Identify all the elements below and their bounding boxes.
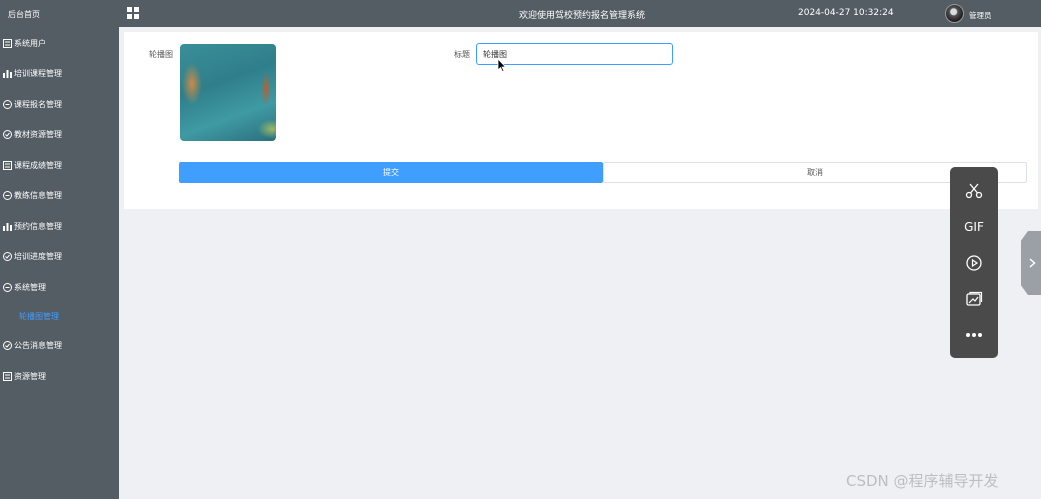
sidebar-item-home[interactable]: 后台首页 bbox=[0, 0, 119, 28]
mouse-cursor-icon bbox=[497, 57, 507, 73]
screenshot-image-icon[interactable] bbox=[950, 287, 998, 311]
chat-icon bbox=[2, 191, 12, 201]
sidebar: 后台首页 系统用户 培训课程管理 课程报名管理 教材资源管理 课程成绩管理 教练… bbox=[0, 0, 119, 499]
user-name[interactable]: 管理员 bbox=[969, 10, 992, 21]
sidebar-item-label: 教材资源管理 bbox=[14, 130, 62, 140]
sidebar-item-course[interactable]: 培训课程管理 bbox=[0, 59, 119, 90]
sidebar-item-coach[interactable]: 教练信息管理 bbox=[0, 181, 119, 212]
avatar[interactable] bbox=[945, 4, 964, 23]
sidebar-item-label: 预约信息管理 bbox=[14, 221, 62, 231]
sidebar-item-label: 后台首页 bbox=[8, 9, 40, 19]
chat-icon bbox=[2, 282, 12, 292]
list-icon bbox=[2, 160, 12, 170]
sidebar-item-materials[interactable]: 教材资源管理 bbox=[0, 120, 119, 151]
sidebar-item-label: 系统管理 bbox=[14, 282, 46, 292]
current-datetime: 2024-04-27 10:32:24 bbox=[798, 8, 894, 18]
sidebar-item-label: 培训课程管理 bbox=[14, 69, 62, 79]
sidebar-item-label: 课程报名管理 bbox=[14, 99, 62, 109]
more-icon[interactable] bbox=[950, 323, 998, 347]
form-panel: 轮播图 标题 提交 取消 bbox=[124, 32, 1038, 209]
list-icon bbox=[2, 371, 12, 381]
gif-label: GIF bbox=[964, 220, 984, 234]
check-circle-icon bbox=[2, 252, 12, 262]
chevron-right-icon bbox=[1029, 258, 1036, 268]
sidebar-item-label: 课程成绩管理 bbox=[14, 160, 62, 170]
bar-chart-icon bbox=[2, 221, 12, 231]
sidebar-item-label: 资源管理 bbox=[14, 371, 46, 381]
gif-icon[interactable]: GIF bbox=[950, 215, 998, 239]
submit-button[interactable]: 提交 bbox=[179, 162, 603, 183]
grid-menu-icon[interactable] bbox=[127, 7, 139, 19]
top-header: 欢迎使用驾校预约报名管理系统 2024-04-27 10:32:24 管理员 bbox=[119, 0, 1041, 27]
carousel-image-upload[interactable] bbox=[180, 44, 276, 141]
sidebar-item-enroll[interactable]: 课程报名管理 bbox=[0, 89, 119, 120]
sidebar-item-system-users[interactable]: 系统用户 bbox=[0, 28, 119, 59]
image-label: 轮播图 bbox=[149, 50, 173, 59]
check-circle-icon bbox=[2, 130, 12, 140]
check-circle-icon bbox=[2, 341, 12, 351]
sidebar-item-label: 教练信息管理 bbox=[14, 191, 62, 201]
sidebar-item-label: 公告消息管理 bbox=[14, 341, 62, 351]
sidebar-item-scores[interactable]: 课程成绩管理 bbox=[0, 150, 119, 181]
sidebar-item-label: 系统用户 bbox=[14, 38, 46, 48]
scissors-icon[interactable] bbox=[950, 179, 998, 203]
expand-panel-tab[interactable] bbox=[1021, 231, 1041, 295]
list-icon bbox=[2, 38, 12, 48]
floating-toolbar: GIF bbox=[950, 167, 998, 358]
sidebar-item-system[interactable]: 系统管理 bbox=[0, 272, 119, 303]
sidebar-item-notice[interactable]: 公告消息管理 bbox=[0, 331, 119, 362]
sidebar-item-label: 培训进度管理 bbox=[14, 252, 62, 262]
bar-chart-icon bbox=[2, 69, 12, 79]
record-video-icon[interactable] bbox=[950, 251, 998, 275]
page-title: 欢迎使用驾校预约报名管理系统 bbox=[519, 11, 646, 21]
sidebar-item-progress[interactable]: 培训进度管理 bbox=[0, 242, 119, 273]
sidebar-subitem-carousel[interactable]: 轮播图管理 bbox=[0, 303, 119, 331]
sidebar-item-booking[interactable]: 预约信息管理 bbox=[0, 211, 119, 242]
title-label: 标题 bbox=[454, 50, 470, 59]
sidebar-item-resources[interactable]: 资源管理 bbox=[0, 361, 119, 392]
chat-icon bbox=[2, 99, 12, 109]
sidebar-item-label: 轮播图管理 bbox=[19, 312, 59, 321]
watermark: CSDN @程序辅导开发 bbox=[846, 472, 999, 490]
